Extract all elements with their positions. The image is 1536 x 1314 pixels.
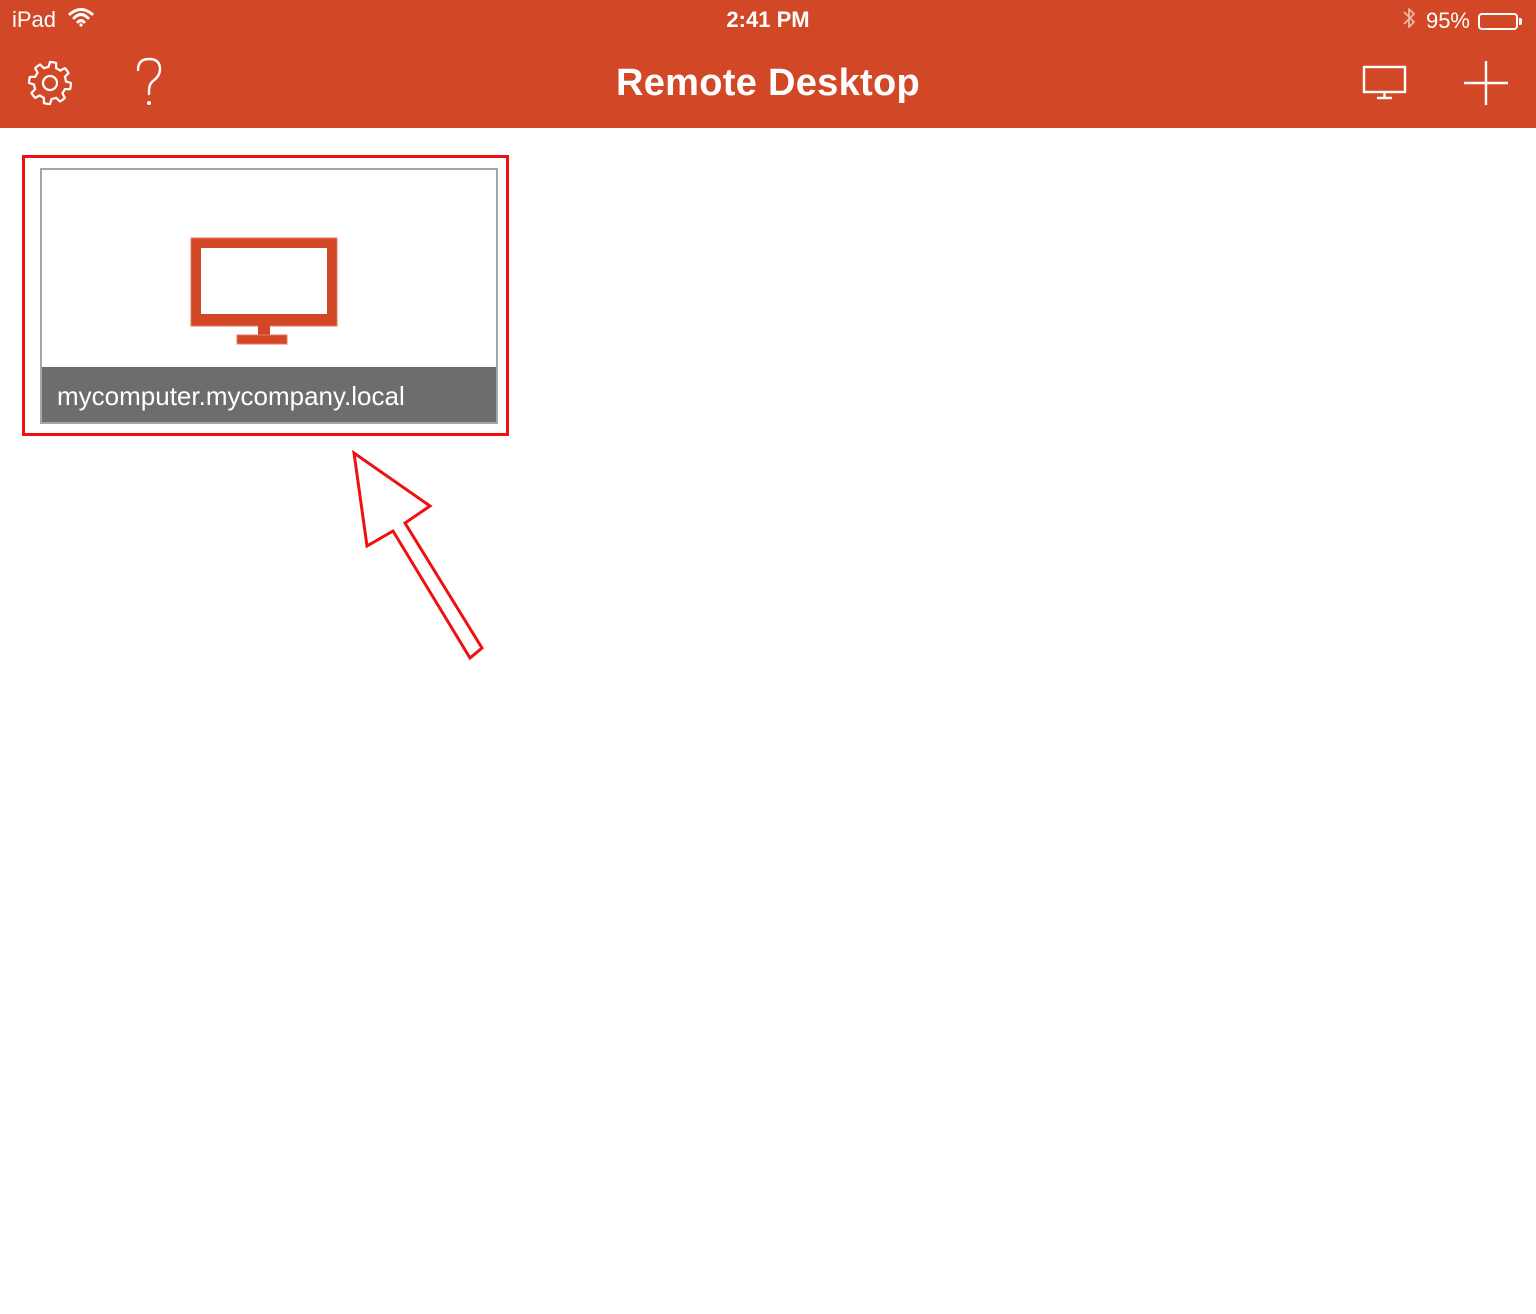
app-header: iPad 2:41 PM 95% Remote Desktop xyxy=(0,0,1536,128)
help-button[interactable] xyxy=(121,57,177,113)
question-icon xyxy=(129,56,169,115)
status-time: 2:41 PM xyxy=(726,7,810,32)
plus-icon xyxy=(1462,59,1510,112)
desktop-tile[interactable]: mycomputer.mycompany.local xyxy=(40,168,498,424)
monitor-icon xyxy=(189,236,339,351)
monitor-icon xyxy=(1362,65,1408,106)
add-button[interactable] xyxy=(1458,57,1514,113)
status-bar-right: 95% xyxy=(1400,5,1522,37)
gear-icon xyxy=(25,58,75,113)
bluetooth-icon xyxy=(1400,5,1418,37)
battery-percent: 95% xyxy=(1425,8,1470,33)
settings-button[interactable] xyxy=(22,57,78,113)
wifi-icon xyxy=(68,7,94,33)
battery-icon xyxy=(1478,12,1522,30)
desktops-button[interactable] xyxy=(1357,57,1413,113)
desktop-name-label: mycomputer.mycompany.local xyxy=(42,367,496,422)
annotation-arrow xyxy=(340,440,500,675)
page-title: Remote Desktop xyxy=(615,62,921,104)
status-bar-left: iPad xyxy=(12,7,94,33)
device-name: iPad xyxy=(12,7,57,32)
